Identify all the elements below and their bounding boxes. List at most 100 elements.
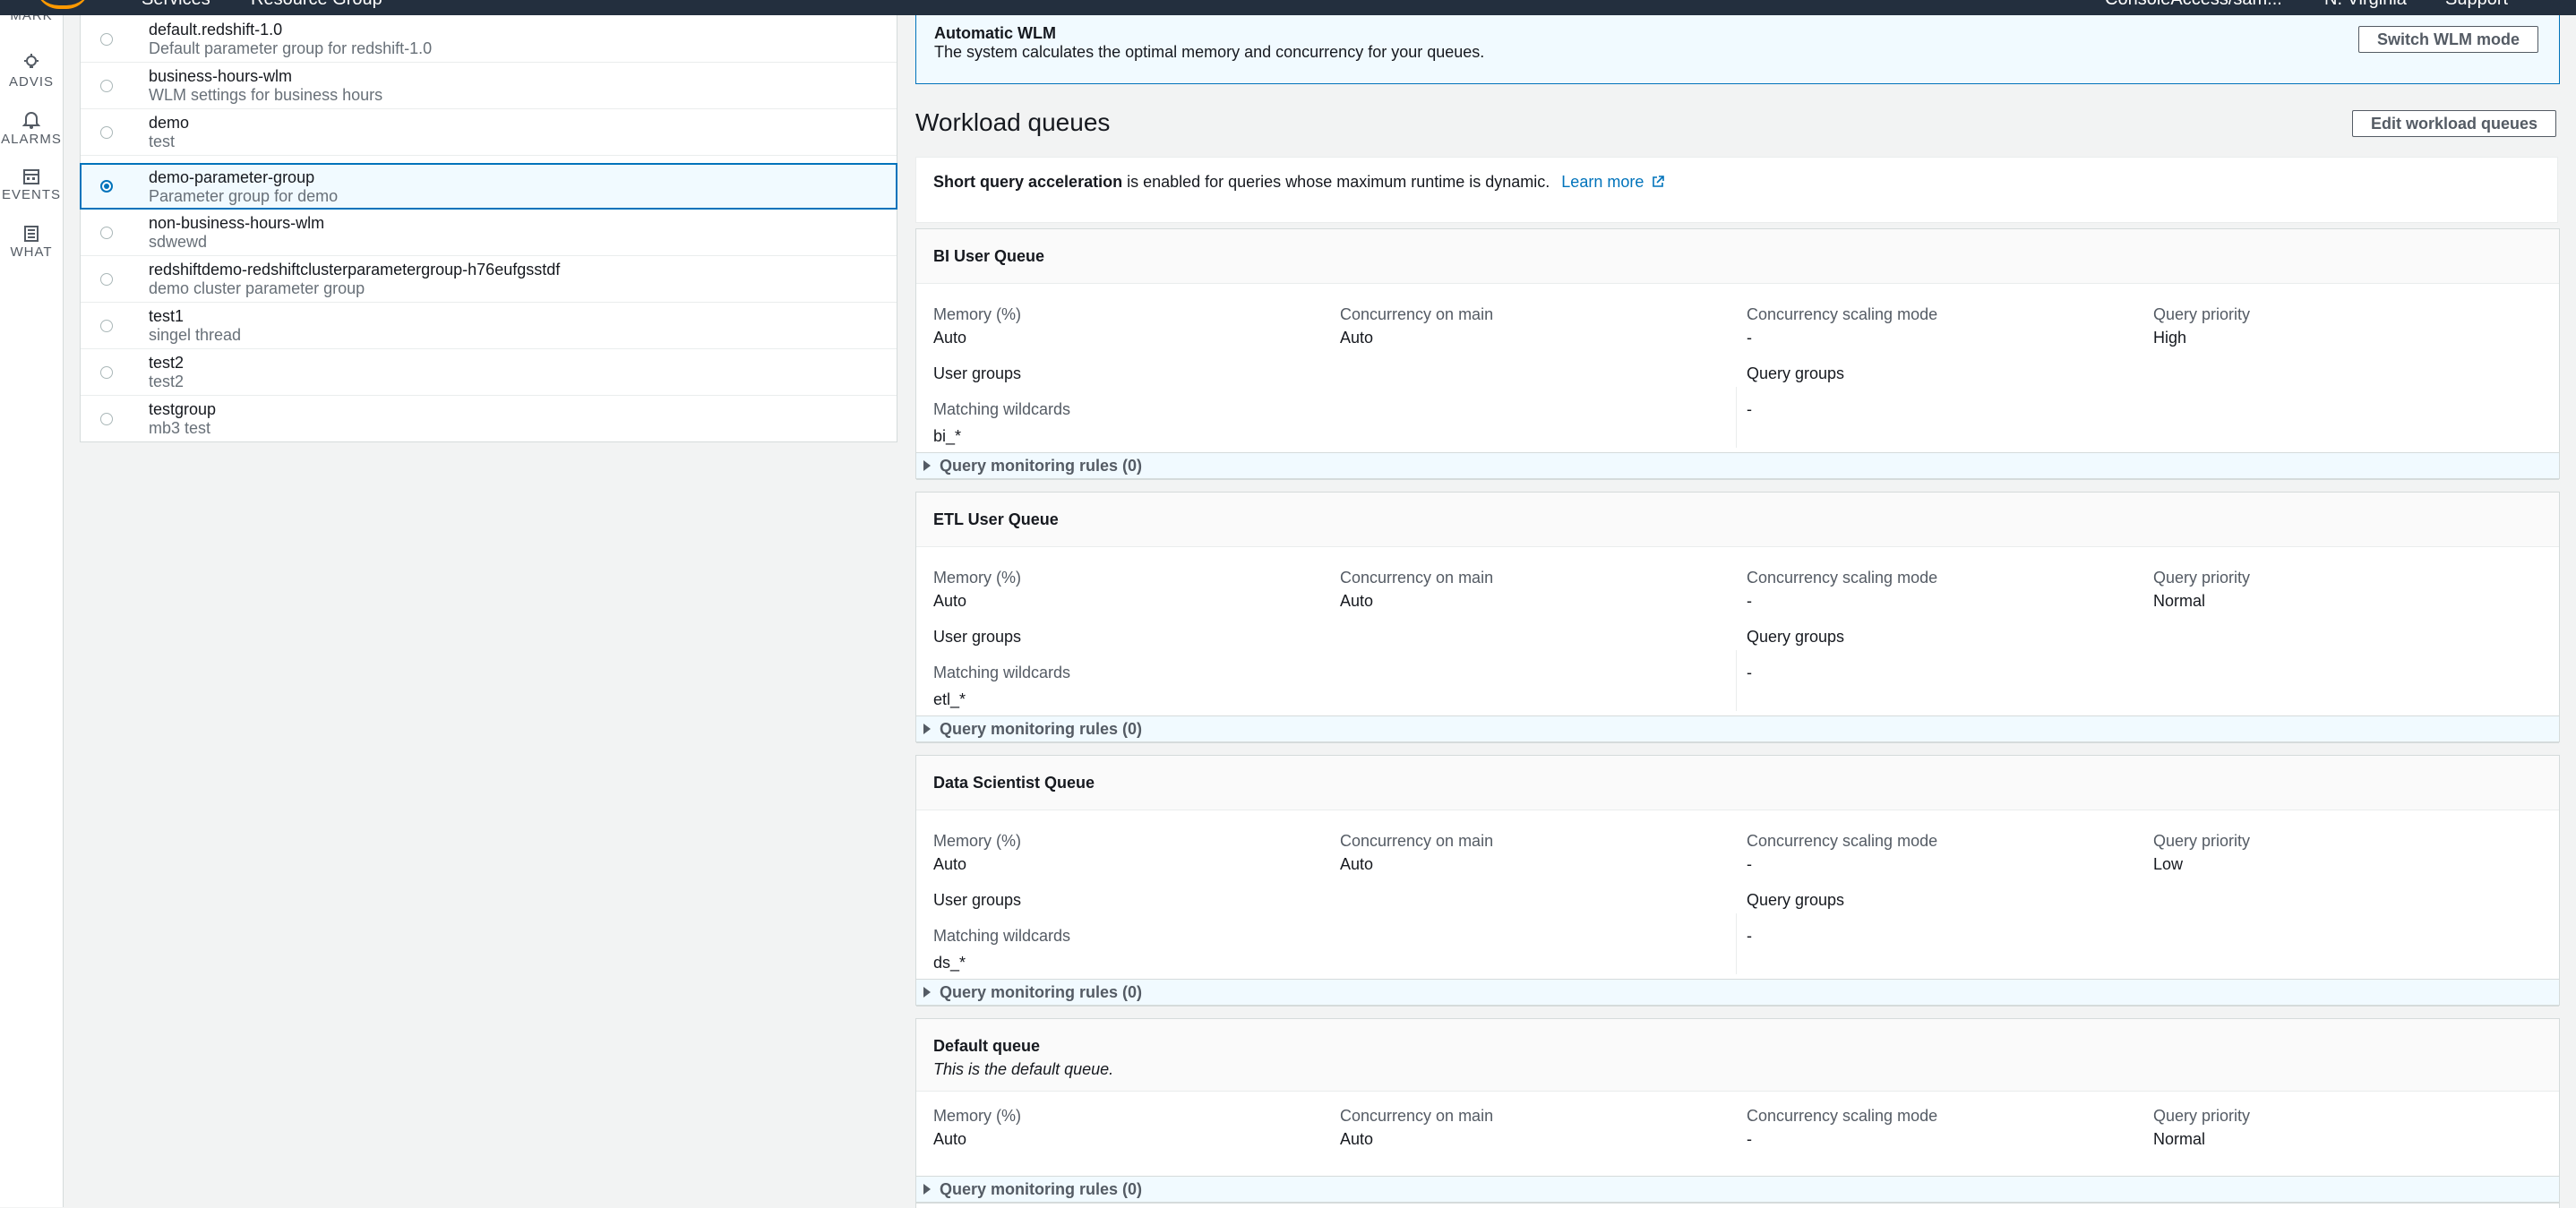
parameter-group-row[interactable]: business-hours-wlm WLM settings for busi… — [81, 62, 897, 109]
lightbulb-icon — [24, 54, 39, 68]
query-monitoring-rules-label: Query monitoring rules (0) — [940, 1180, 1143, 1198]
query-groups-value: - — [1747, 400, 1752, 418]
matching-wildcards-value: bi_* — [933, 427, 962, 445]
nav-whats-new[interactable]: WHAT — [0, 225, 63, 260]
parameter-group-description: test2 — [149, 373, 185, 390]
workload-queue: Data Scientist Queue Memory (%) Auto Con… — [915, 755, 2560, 1007]
parameter-group-description: sdwewd — [149, 233, 208, 251]
parameter-group-row[interactable]: non-business-hours-wlm sdwewd — [81, 209, 897, 256]
scaling-mode-label: Concurrency scaling mode — [1747, 832, 1938, 850]
query-monitoring-rules-label: Query monitoring rules (0) — [940, 983, 1143, 1001]
radio-button[interactable] — [100, 33, 113, 46]
memory-label: Memory (%) — [933, 1107, 1021, 1125]
query-groups-label: Query groups — [1747, 364, 1845, 382]
scaling-mode-label: Concurrency scaling mode — [1747, 305, 1938, 323]
parameter-group-name: test1 — [149, 307, 185, 325]
parameter-group-description: demo cluster parameter group — [149, 279, 365, 297]
radio-button[interactable] — [100, 413, 113, 425]
default-workload-queue: Default queue This is the default queue.… — [915, 1018, 2560, 1208]
region-menu[interactable]: N. Virginia — [2324, 0, 2407, 10]
radio-button[interactable] — [100, 126, 113, 139]
user-groups-label: User groups — [933, 628, 1022, 646]
query-priority-value: Low — [2153, 855, 2184, 873]
parameter-group-list: default.redshift-1.0 Default parameter g… — [80, 15, 897, 442]
query-groups-value: - — [1747, 664, 1752, 681]
query-monitoring-rules-expander[interactable]: Query monitoring rules (0) — [916, 1176, 2559, 1204]
query-priority-label: Query priority — [2153, 1107, 2251, 1125]
queue-title: BI User Queue — [933, 247, 1045, 265]
services-menu[interactable]: Services — [142, 0, 210, 10]
automatic-wlm-banner: Automatic WLM The system calculates the … — [915, 15, 2560, 84]
query-priority-value: Normal — [2153, 1130, 2206, 1148]
column-divider — [1736, 650, 1737, 711]
concurrency-label: Concurrency on main — [1340, 305, 1494, 323]
edit-workload-queues-button[interactable]: Edit workload queues — [2352, 110, 2557, 137]
caret-right-icon — [923, 724, 931, 734]
nav-bookmark[interactable]: MARK — [0, 15, 63, 23]
aws-logo[interactable] — [36, 0, 90, 9]
queue-title: Default queue — [933, 1037, 1041, 1055]
queue-header: BI User Queue — [916, 229, 2559, 284]
nav-label: ALARMS — [1, 132, 62, 147]
caret-right-icon — [923, 987, 931, 998]
scaling-mode-label: Concurrency scaling mode — [1747, 569, 1938, 587]
parameter-group-name: business-hours-wlm — [149, 67, 293, 85]
parameter-group-description: singel thread — [149, 326, 242, 344]
parameter-group-name: demo-parameter-group — [149, 168, 315, 186]
parameter-group-row-selected[interactable]: demo-parameter-group Parameter group for… — [80, 163, 897, 210]
radio-button[interactable] — [100, 320, 113, 332]
parameter-group-row[interactable]: test1 singel thread — [81, 302, 897, 349]
banner-text: The system calculates the optimal memory… — [934, 43, 1485, 61]
nav-label: MARK — [10, 15, 53, 23]
nav-advisor[interactable]: ADVIS — [0, 53, 63, 90]
query-monitoring-rules-label: Query monitoring rules (0) — [940, 720, 1143, 738]
radio-button[interactable] — [100, 227, 113, 239]
query-groups-label: Query groups — [1747, 628, 1845, 646]
concurrency-label: Concurrency on main — [1340, 1107, 1494, 1125]
queue-title: ETL User Queue — [933, 510, 1059, 528]
parameter-group-name: redshiftdemo-redshiftclusterparametergro… — [149, 261, 561, 278]
parameter-group-row[interactable]: default.redshift-1.0 Default parameter g… — [81, 15, 897, 63]
resource-groups-menu[interactable]: Resource Group — [251, 0, 382, 10]
query-monitoring-rules-expander[interactable]: Query monitoring rules (0) — [916, 452, 2559, 480]
learn-more-link[interactable]: Learn more — [1561, 173, 1665, 191]
parameter-group-row[interactable]: redshiftdemo-redshiftclusterparametergro… — [81, 255, 897, 303]
nav-events[interactable]: EVENTS — [0, 167, 63, 202]
radio-button[interactable] — [100, 366, 113, 379]
scaling-mode-value: - — [1747, 329, 1752, 347]
parameter-group-row[interactable]: testgroup mb3 test — [81, 395, 897, 441]
radio-button[interactable] — [100, 80, 113, 92]
top-navigation-bar: Services Resource Group ConsoleAccess/sa… — [0, 0, 2576, 15]
parameter-group-row[interactable]: demo test — [81, 108, 897, 156]
nav-label: WHAT — [10, 244, 53, 260]
query-groups-label: Query groups — [1747, 891, 1845, 909]
nav-alarms[interactable]: ALARMS — [0, 110, 63, 147]
scaling-mode-value: - — [1747, 1130, 1752, 1148]
query-monitoring-rules-label: Query monitoring rules (0) — [940, 457, 1143, 475]
memory-label: Memory (%) — [933, 832, 1021, 850]
newspaper-icon — [24, 226, 39, 242]
short-query-acceleration-notice: Short query acceleration is enabled for … — [915, 157, 2558, 223]
queue-header: ETL User Queue — [916, 493, 2559, 547]
column-divider — [1736, 913, 1737, 974]
matching-wildcards-value: etl_* — [933, 690, 966, 708]
radio-button[interactable] — [100, 273, 113, 286]
query-priority-label: Query priority — [2153, 305, 2251, 323]
sqa-text: is enabled for queries whose maximum run… — [1122, 173, 1550, 191]
parameter-group-name: default.redshift-1.0 — [149, 21, 283, 39]
radio-button-selected[interactable] — [100, 180, 113, 193]
external-link-icon — [1653, 176, 1665, 187]
parameter-group-row[interactable]: test2 test2 — [81, 348, 897, 396]
parameter-group-description: WLM settings for business hours — [149, 86, 383, 104]
switch-wlm-mode-button[interactable]: Switch WLM mode — [2358, 26, 2538, 53]
parameter-group-name: testgroup — [149, 400, 217, 418]
user-groups-label: User groups — [933, 364, 1022, 382]
account-menu[interactable]: ConsoleAccess/sam... — [2105, 0, 2282, 10]
query-monitoring-rules-expander[interactable]: Query monitoring rules (0) — [916, 715, 2559, 743]
memory-value: Auto — [933, 592, 967, 610]
query-monitoring-rules-expander[interactable]: Query monitoring rules (0) — [916, 979, 2559, 1007]
concurrency-value: Auto — [1340, 1130, 1374, 1148]
banner-title: Automatic WLM — [934, 24, 1056, 42]
support-menu[interactable]: Support — [2445, 0, 2508, 10]
query-groups-value: - — [1747, 927, 1752, 945]
